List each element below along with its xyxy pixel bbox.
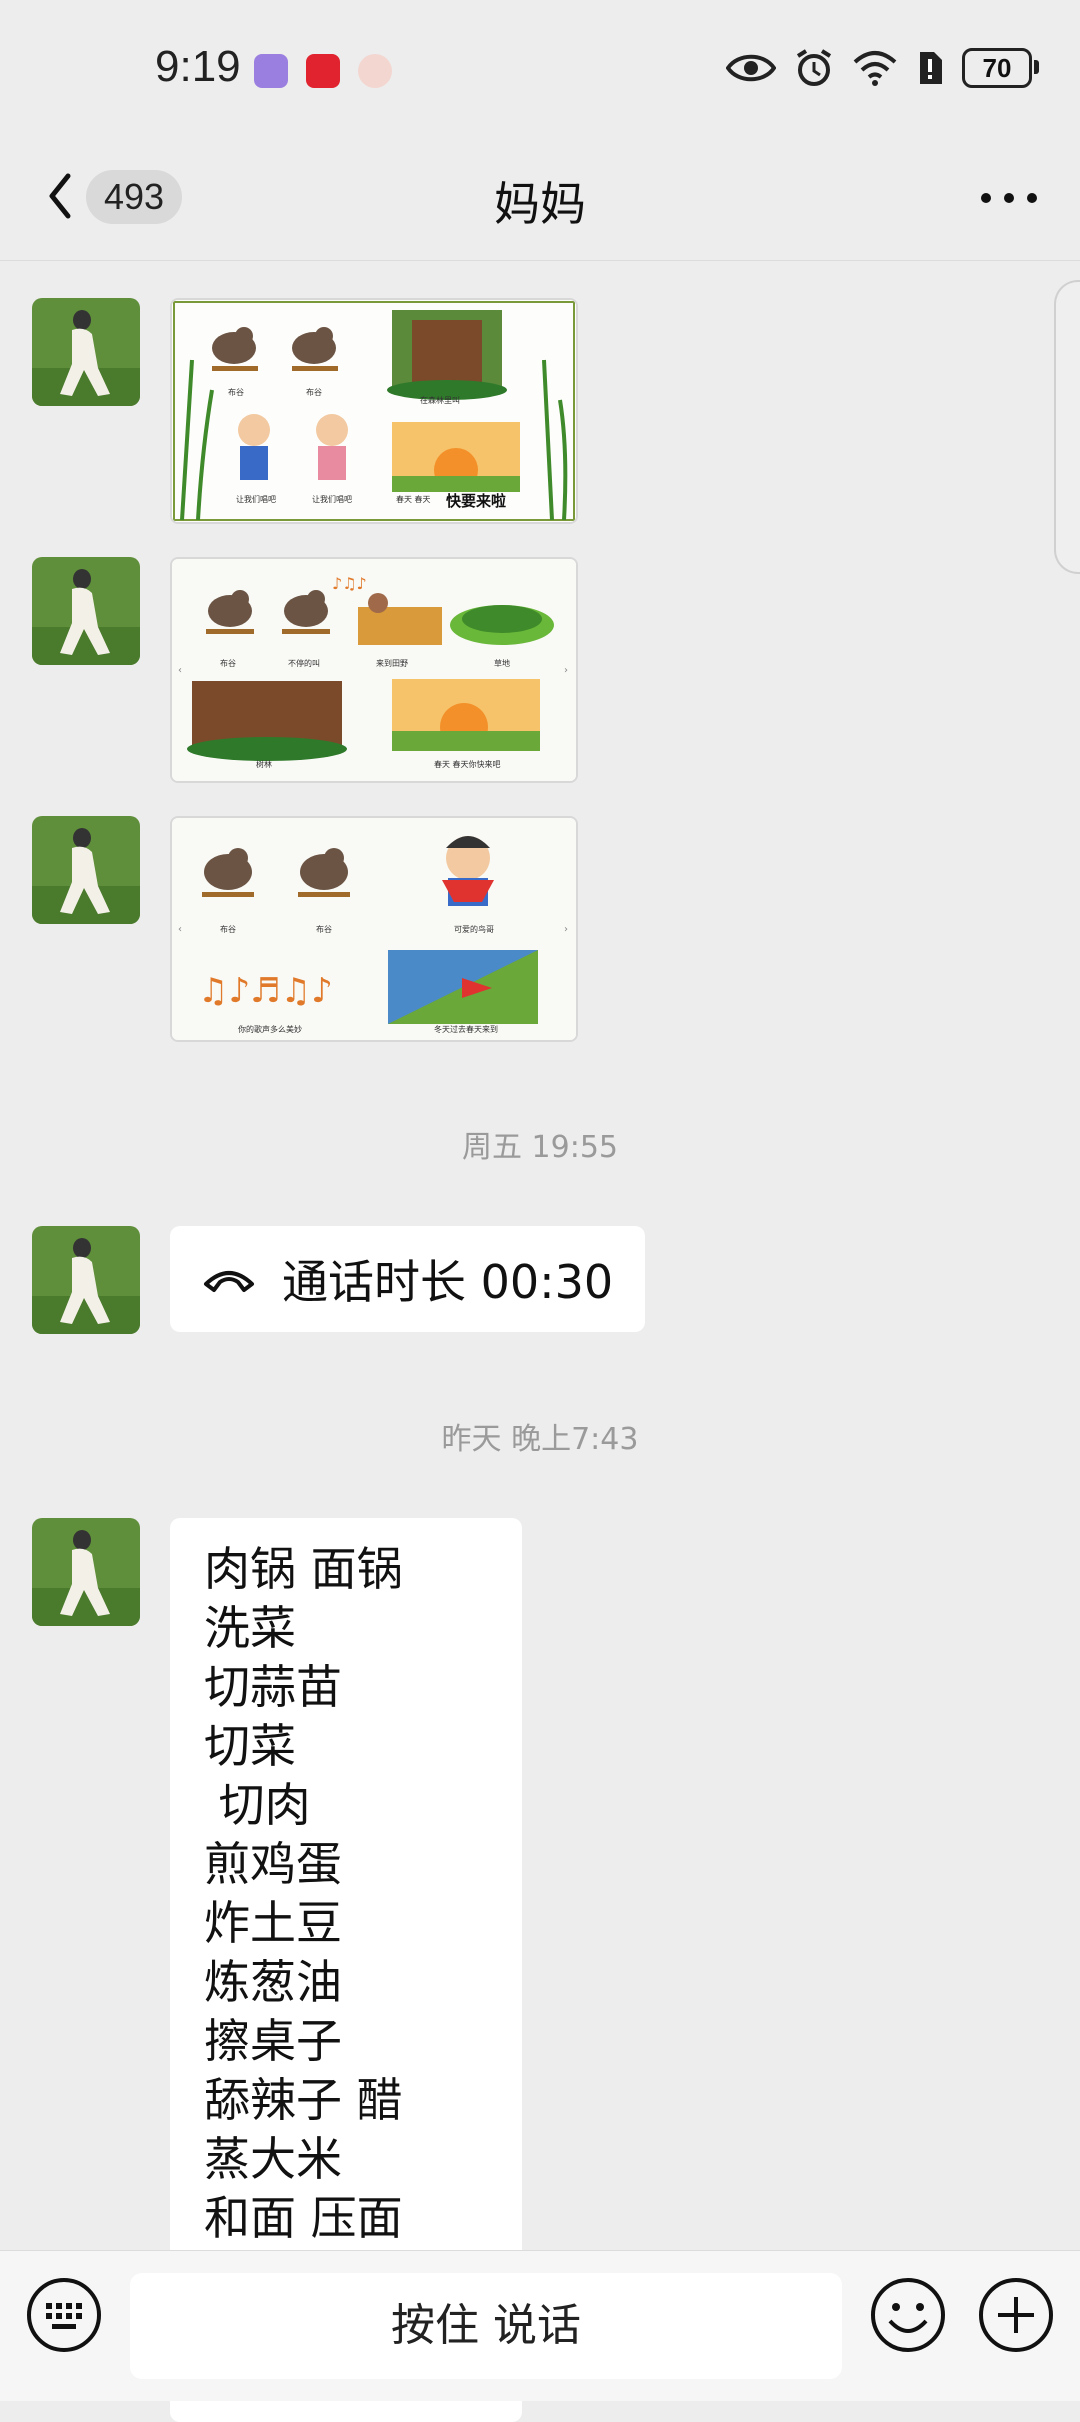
image-caption: 布谷 xyxy=(220,658,236,668)
contact-avatar[interactable] xyxy=(32,816,140,924)
input-bar: 按住 说话 xyxy=(0,2250,1080,2401)
message-line: 切肉 xyxy=(204,1778,311,1832)
app-notification-icon xyxy=(254,54,288,88)
contact-avatar[interactable] xyxy=(32,298,140,406)
message-line: 蒸大米 xyxy=(204,2132,342,2186)
eye-icon xyxy=(726,54,776,82)
image-caption: 来到田野 xyxy=(376,659,408,668)
message-line: 切蒜苗 xyxy=(204,1660,342,1714)
time-separator: 昨天 晚上7:43 xyxy=(441,1422,639,1457)
svg-text:‹: ‹ xyxy=(178,924,182,935)
chat-header: 493 妈妈 xyxy=(0,140,1080,261)
image-caption: 春天 春天你快来吧 xyxy=(434,759,501,769)
image-caption: 布谷 xyxy=(306,387,322,397)
image-message[interactable]: ♪♫♪ 布谷 不停的叫 来到田野 草地 树林 春天 春天你快来吧 ‹ › xyxy=(170,557,578,783)
image-caption: 布谷 xyxy=(220,924,236,934)
image-caption: 春天 春天 xyxy=(396,494,431,504)
image-caption: 布谷 xyxy=(316,924,332,934)
message-line: 切菜 xyxy=(204,1719,296,1773)
svg-text:♫♪♬♫♪: ♫♪♬♫♪ xyxy=(198,971,333,1011)
svg-text:♪♫♪: ♪♫♪ xyxy=(332,574,367,593)
image-message[interactable]: 布谷 布谷 在森林里叫 让我们唱吧 让我们唱吧 春天 春天 快要来啦 xyxy=(170,298,578,524)
contact-avatar[interactable] xyxy=(32,1226,140,1334)
image-caption: 快要来啦 xyxy=(446,492,506,510)
app-notification-icon xyxy=(306,54,340,88)
image-caption: 冬天过去春天来到 xyxy=(434,1024,498,1034)
battery-indicator: 70 xyxy=(962,48,1039,88)
image-caption: 在森林里叫 xyxy=(420,395,460,405)
message-line: 肉锅 面锅 xyxy=(204,1542,403,1596)
message-line: 和面 压面 xyxy=(204,2191,403,2245)
image-caption: 树林 xyxy=(256,759,272,769)
call-duration-text: 通话时长 00:30 xyxy=(282,1255,614,1309)
image-caption: 可爱的鸟哥 xyxy=(454,924,494,934)
contact-avatar[interactable] xyxy=(32,1518,140,1626)
message-line: 炸土豆 xyxy=(204,1896,342,1950)
hold-to-talk-button[interactable]: 按住 说话 xyxy=(130,2273,842,2379)
svg-text:›: › xyxy=(564,665,568,676)
status-time: 9:19 xyxy=(155,42,241,91)
plus-icon[interactable] xyxy=(976,2275,1056,2355)
wifi-icon xyxy=(853,51,897,86)
app-notification-icon xyxy=(358,54,392,88)
phone-icon xyxy=(204,1271,254,1292)
svg-text:›: › xyxy=(564,924,568,935)
time-separator: 周五 19:55 xyxy=(462,1130,618,1165)
alarm-icon xyxy=(796,49,832,86)
call-record-bubble[interactable]: 通话时长 00:30 xyxy=(170,1226,646,1332)
image-message[interactable]: ♫♪♬♫♪ 布谷 布谷 可爱的鸟哥 你的歌声多么美妙 冬天过去春天来到 ‹ › xyxy=(170,816,578,1042)
keyboard-icon[interactable] xyxy=(24,2275,104,2355)
image-caption: 你的歌声多么美妙 xyxy=(238,1024,302,1034)
sim-alert-icon xyxy=(920,52,942,84)
svg-text:‹: ‹ xyxy=(178,665,182,676)
image-caption: 草地 xyxy=(494,658,510,668)
side-edge-handle[interactable] xyxy=(1054,280,1080,574)
message-line: 擦桌子 xyxy=(204,2014,342,2068)
message-line: 煎鸡蛋 xyxy=(204,1837,342,1891)
page-title: 妈妈 xyxy=(494,177,586,231)
message-line: 炼葱油 xyxy=(204,1955,342,2009)
message-line: 洗菜 xyxy=(204,1601,296,1655)
image-caption: 不停的叫 xyxy=(288,658,320,668)
more-icon[interactable] xyxy=(974,170,1044,226)
emoji-icon[interactable] xyxy=(868,2275,948,2355)
image-caption: 布谷 xyxy=(228,387,244,397)
status-bar: 9:19 70 xyxy=(0,0,1080,140)
message-line: 舔辣子 醋 xyxy=(204,2073,403,2127)
contact-avatar[interactable] xyxy=(32,557,140,665)
image-caption: 让我们唱吧 xyxy=(236,494,276,504)
image-caption: 让我们唱吧 xyxy=(312,494,352,504)
